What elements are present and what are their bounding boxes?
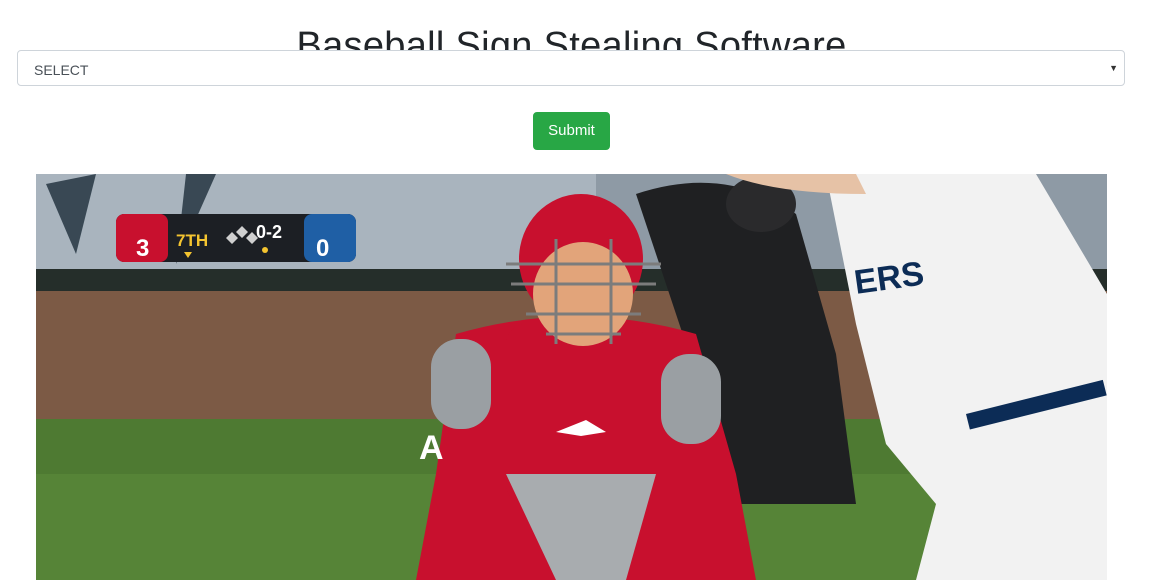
pitch-select[interactable]: SELECT ▼ [17, 50, 1125, 86]
angels-sleeve-logo: A [419, 429, 444, 467]
home-score: 0 [316, 235, 329, 262]
ball-strike-count: 0-2 [256, 222, 282, 242]
scoreboard-overlay: 3 7TH 0-2 0 [116, 214, 356, 262]
chevron-down-icon: ▼ [1109, 63, 1118, 73]
video-scene: ERS A 3 7TH 0-2 0 [36, 174, 1107, 580]
home-team-box [304, 214, 356, 262]
inning-indicator: 7TH [176, 231, 208, 250]
catcher-face [533, 242, 633, 346]
left-shoulder-pad [431, 339, 491, 429]
away-score: 3 [136, 235, 149, 262]
outs-indicator [262, 247, 268, 253]
submit-button[interactable]: Submit [533, 112, 610, 150]
pitch-video: ERS A 3 7TH 0-2 0 [36, 174, 1107, 580]
select-value: SELECT [34, 62, 89, 78]
right-shoulder-pad [661, 354, 721, 444]
